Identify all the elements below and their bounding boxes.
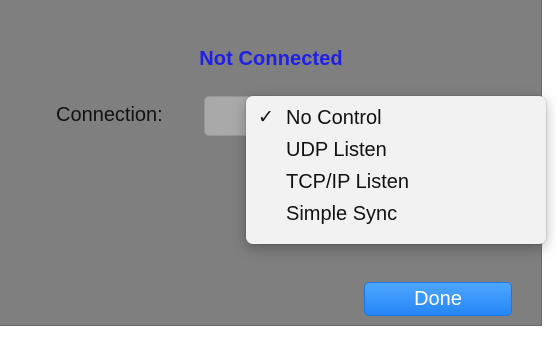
menu-item-simple-sync[interactable]: Simple Sync bbox=[246, 198, 546, 230]
menu-item-label: Simple Sync bbox=[286, 203, 398, 225]
connection-label: Connection: bbox=[56, 104, 163, 126]
menu-item-no-control[interactable]: ✓ No Control bbox=[246, 102, 546, 134]
connection-status-title: Not Connected bbox=[199, 48, 343, 70]
menu-item-label: No Control bbox=[286, 107, 382, 129]
checkmark-icon: ✓ bbox=[258, 107, 274, 128]
connection-dialog: Not Connected Connection: ✓ No Control U… bbox=[0, 0, 546, 326]
menu-item-label: UDP Listen bbox=[286, 139, 387, 161]
done-button[interactable]: Done bbox=[364, 282, 512, 316]
menu-item-label: TCP/IP Listen bbox=[286, 171, 410, 193]
connection-dropdown-menu: ✓ No Control UDP Listen TCP/IP Listen Si… bbox=[246, 96, 546, 244]
menu-item-udp-listen[interactable]: UDP Listen bbox=[246, 134, 546, 166]
menu-item-tcp-ip-listen[interactable]: TCP/IP Listen bbox=[246, 166, 546, 198]
